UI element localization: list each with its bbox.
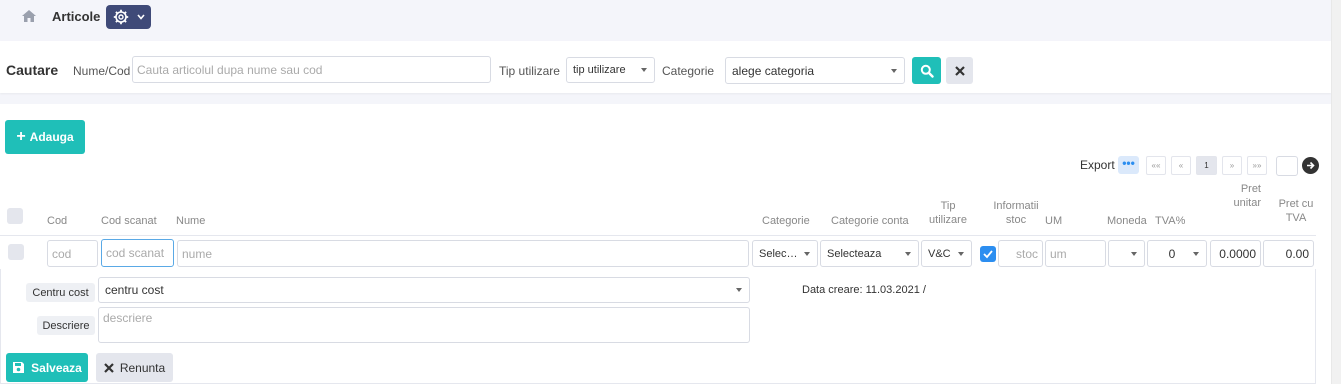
col-header-categorie[interactable]: Categorie [762,215,810,227]
cancel-button-label: Renunta [119,360,166,375]
main-panel: + Adauga Export ••• «« « 1 » »» Cod Cod … [0,104,1331,384]
category-select[interactable]: alege categoria [725,57,905,84]
select-all-checkbox[interactable] [7,208,23,224]
pagination-first[interactable]: «« [1146,156,1166,175]
chevron-down-icon [905,251,911,256]
export-label: Export [1080,158,1115,172]
centru-cost-value: centru cost [105,283,164,297]
col-header-pret-unitar[interactable]: Pret unitar [1215,183,1261,209]
save-icon [13,362,25,373]
col-header-categorie-conta[interactable]: Categorie conta [831,215,909,227]
pagination-last[interactable]: »» [1247,156,1267,175]
top-bar: Articole [0,0,1331,34]
page-number-input[interactable] [1276,156,1298,176]
descriere-textarea[interactable]: descriere [98,307,750,343]
home-icon[interactable] [22,10,36,22]
col-header-pret-tva-line2: TVA [1285,212,1307,224]
categorie-conta-select[interactable]: Selecteaza [820,240,919,267]
cod-input[interactable]: cod [47,240,98,267]
tip-utilizare-value: V&C [928,247,951,260]
cod-scanat-input[interactable]: cod scanat [101,239,174,267]
chevron-down-icon [1131,251,1137,256]
col-header-informatii-line1: Informatii [993,200,1039,212]
search-button[interactable] [912,57,941,84]
usage-type-select[interactable]: tip utilizare [566,57,655,83]
export-menu-button[interactable]: ••• [1118,156,1139,174]
usage-type-label: Tip utilizare [499,64,560,78]
um-input[interactable]: um [1045,240,1106,267]
categorie-value: Selec… [759,247,798,260]
nume-input[interactable]: nume [177,240,749,267]
chevron-down-icon [804,251,810,256]
gear-icon [113,9,129,25]
col-header-um[interactable]: UM [1045,215,1062,227]
pret-unitar-input[interactable]: 0.0000 [1210,240,1261,267]
creation-date: Data creare: 11.03.2021 / [802,284,926,296]
category-value: alege categoria [732,63,815,78]
tva-select[interactable]: 0 [1147,240,1207,267]
tip-utilizare-select[interactable]: V&C [921,240,972,267]
close-icon [954,65,965,76]
categorie-conta-value: Selecteaza [827,247,882,260]
search-input[interactable]: Cauta articolul dupa nume sau cod [132,56,491,83]
tva-value: 0 [1168,246,1176,261]
moneda-select[interactable] [1108,240,1145,267]
pagination-prev[interactable]: « [1171,156,1191,175]
usage-type-value: tip utilizare [573,64,626,76]
stoc-input[interactable]: stoc [998,240,1043,267]
name-code-label: Nume/Cod [73,64,131,78]
col-header-cod[interactable]: Cod [47,215,67,227]
chevron-down-icon [736,288,742,292]
settings-dropdown-button[interactable] [106,5,151,29]
col-header-pret-tva[interactable]: Pret cu TVA [1272,198,1320,224]
check-icon [983,250,993,259]
clear-search-button[interactable] [946,57,973,84]
chevron-down-icon [958,251,964,256]
col-header-tip-line2: utilizare [929,214,967,226]
plus-icon: + [16,128,26,145]
col-header-nume[interactable]: Nume [176,215,205,227]
search-icon [920,64,934,78]
pagination-next[interactable]: » [1222,156,1242,175]
col-header-moneda[interactable]: Moneda [1107,215,1147,227]
arrow-right-icon [1307,161,1315,170]
page-title: Articole [52,9,101,24]
col-header-informatii-line2: stoc [1005,214,1027,226]
go-page-button[interactable] [1302,157,1319,174]
header-divider [0,235,1316,236]
stoc-checkbox[interactable] [980,246,996,262]
col-header-tip-utilizare[interactable]: Tip utilizare [928,200,968,226]
close-icon [104,362,114,373]
cancel-button[interactable]: Renunta [96,353,173,382]
chevron-down-icon [891,68,897,73]
categorie-select[interactable]: Selec… [752,240,818,267]
category-label: Categorie [662,64,715,78]
row-checkbox[interactable] [8,244,24,260]
page-scrollbar[interactable] [1331,0,1341,384]
col-header-pret-unitar-line1: Pret [1240,183,1261,195]
add-button-label: Adauga [29,130,74,144]
col-header-tva[interactable]: TVA% [1155,215,1185,227]
pagination-current[interactable]: 1 [1196,156,1217,175]
save-button-label: Salveaza [31,360,82,375]
col-header-cod-scanat[interactable]: Cod scanat [101,215,157,227]
centru-cost-label: Centru cost [26,283,95,302]
chevron-down-icon [137,14,145,20]
descriere-label: Descriere [37,316,95,335]
col-header-pret-unitar-line2: unitar [1233,197,1261,209]
centru-cost-select[interactable]: centru cost [98,277,750,303]
col-header-pret-tva-line1: Pret cu [1278,198,1314,210]
add-button[interactable]: + Adauga [5,120,85,154]
col-header-tip-line1: Tip [940,200,956,212]
col-header-informatii-stoc[interactable]: Informatii stoc [988,200,1044,226]
search-panel: Cautare Nume/Cod Cauta articolul dupa nu… [0,41,1331,93]
pret-tva-input[interactable]: 0.00 [1263,240,1314,267]
chevron-down-icon [1193,251,1199,256]
search-heading: Cautare [6,62,59,78]
save-button[interactable]: Salveaza [6,353,88,382]
chevron-down-icon [641,68,647,72]
